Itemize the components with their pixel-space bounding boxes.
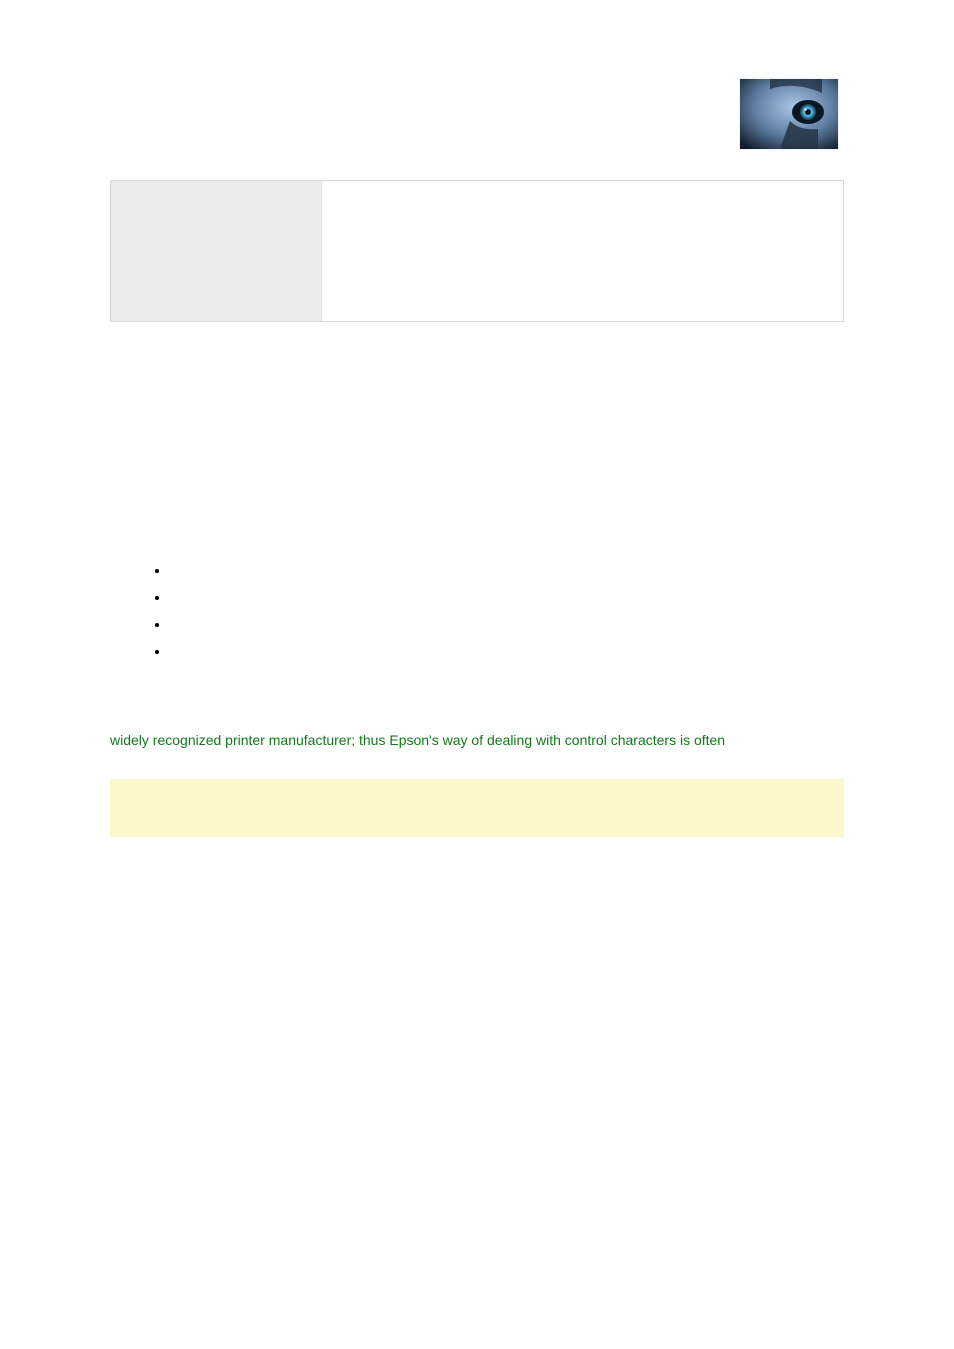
- bullet-list: [110, 562, 844, 670]
- body-text-green: widely recognized printer manufacturer; …: [110, 730, 844, 751]
- list-item: [170, 562, 844, 589]
- highlight-bar: [110, 779, 844, 837]
- list-item: [170, 616, 844, 643]
- header-image: [739, 78, 839, 150]
- info-box-right: [322, 181, 843, 321]
- info-box: [110, 180, 844, 322]
- list-item: [170, 589, 844, 616]
- list-item: [170, 643, 844, 670]
- info-box-left: [111, 181, 322, 321]
